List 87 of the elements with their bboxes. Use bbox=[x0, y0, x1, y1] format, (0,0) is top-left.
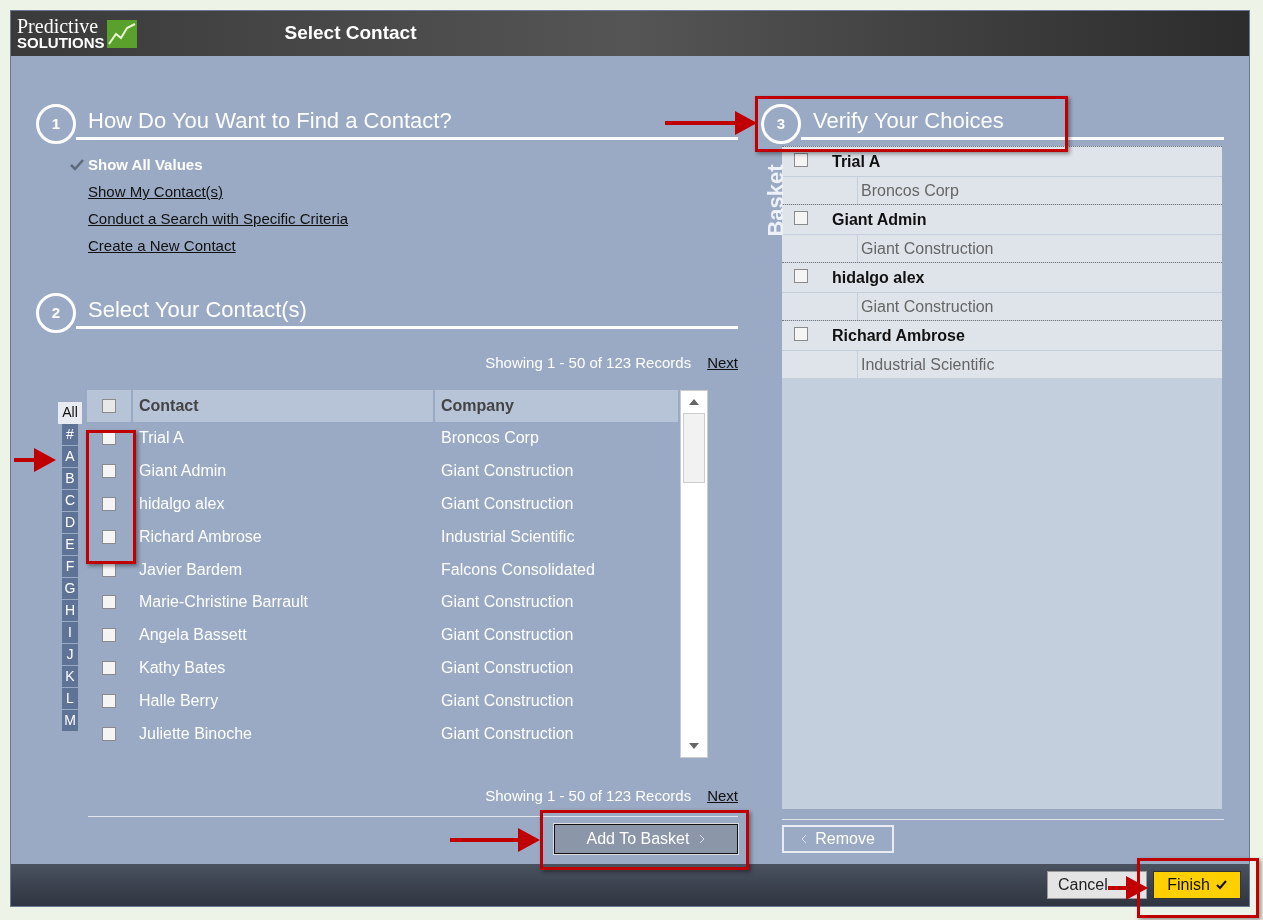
checkbox[interactable] bbox=[102, 693, 116, 708]
table-cell-text: Juliette Binoche bbox=[138, 723, 253, 744]
step-number: 1 bbox=[36, 104, 76, 144]
table-cell-text: hidalgo alex bbox=[138, 494, 226, 514]
checkbox[interactable] bbox=[102, 726, 116, 741]
step-number: 3 bbox=[761, 104, 801, 144]
record-count: Showing 1 - 50 of 123 Records bbox=[485, 785, 692, 806]
scroll-down-icon[interactable] bbox=[689, 743, 699, 749]
chart-logo-icon bbox=[106, 19, 137, 48]
table-cell-text: Giant Construction bbox=[440, 494, 575, 514]
window-title: Select Contact bbox=[284, 21, 417, 46]
letter-filter[interactable]: A bbox=[62, 446, 78, 468]
table-cell-text: Halle Berry bbox=[138, 690, 220, 711]
basket-contact: Trial A bbox=[832, 151, 881, 172]
scroll-up-icon[interactable] bbox=[689, 399, 699, 405]
table-cell-text: Richard Ambrose bbox=[138, 526, 263, 547]
filter-link[interactable]: Show My Contact(s) bbox=[88, 178, 224, 205]
letter-filter[interactable]: All bbox=[58, 402, 82, 424]
letter-filter[interactable]: H bbox=[62, 600, 78, 622]
letter-filter[interactable]: E bbox=[62, 534, 78, 556]
table-cell-text: Falcons Consolidated bbox=[440, 559, 596, 580]
check-icon bbox=[1215, 880, 1227, 890]
chevron-right-icon bbox=[699, 834, 706, 844]
table-cell-text: Trial A bbox=[138, 428, 185, 449]
letter-filter[interactable]: # bbox=[62, 424, 78, 446]
checkbox[interactable] bbox=[102, 628, 116, 643]
table-cell-text: Giant Construction bbox=[440, 723, 575, 744]
scrollbar[interactable] bbox=[680, 390, 708, 758]
chevron-left-icon bbox=[801, 834, 808, 844]
letter-filter[interactable]: B bbox=[62, 468, 78, 490]
record-count: Showing 1 - 50 of 123 Records bbox=[485, 352, 692, 373]
checkbox[interactable] bbox=[794, 210, 808, 225]
step-title: How Do You Want to Find a Contact? bbox=[88, 110, 452, 132]
table-cell-text: Giant Construction bbox=[440, 592, 575, 613]
logo-text: SOLUTIONS bbox=[17, 35, 105, 50]
table-cell-text: Kathy Bates bbox=[138, 657, 227, 678]
filter-link[interactable]: Create a New Contact bbox=[88, 232, 236, 259]
letter-filter[interactable]: G bbox=[62, 578, 78, 600]
table-cell-text: Giant Construction bbox=[440, 625, 575, 646]
basket-contact: hidalgo alex bbox=[832, 267, 925, 288]
letter-filter[interactable]: I bbox=[62, 622, 78, 644]
basket-company: Giant Construction bbox=[857, 235, 994, 262]
checkbox[interactable] bbox=[102, 497, 116, 511]
table-cell-text: Industrial Scientific bbox=[440, 526, 576, 547]
letter-filter[interactable]: F bbox=[62, 556, 78, 578]
checkbox[interactable] bbox=[794, 326, 808, 341]
column-header[interactable]: Contact bbox=[133, 390, 433, 422]
table-cell-text: Angela Bassett bbox=[138, 625, 248, 646]
scrollbar-thumb[interactable] bbox=[683, 413, 705, 483]
letter-filter[interactable]: K bbox=[62, 666, 78, 688]
logo-text: Predictive bbox=[17, 17, 100, 35]
letter-filter[interactable]: J bbox=[62, 644, 78, 666]
letter-filter[interactable]: D bbox=[62, 512, 78, 534]
checkbox[interactable] bbox=[102, 595, 116, 610]
letter-filter[interactable]: M bbox=[62, 710, 78, 732]
letter-filter[interactable]: C bbox=[62, 490, 78, 512]
step-title: Verify Your Choices bbox=[813, 110, 1004, 132]
basket-label: Basket bbox=[761, 164, 789, 237]
letter-filter[interactable]: L bbox=[62, 688, 78, 710]
checkbox[interactable] bbox=[102, 399, 116, 413]
finish-button[interactable]: Finish bbox=[1153, 871, 1241, 899]
table-cell-text: Broncos Corp bbox=[440, 428, 540, 449]
callout-arrow bbox=[14, 447, 56, 473]
table-cell-text: Giant Admin bbox=[138, 461, 228, 482]
basket-contact: Giant Admin bbox=[832, 209, 927, 230]
basket-contact: Richard Ambrose bbox=[832, 325, 965, 346]
next-link[interactable]: Next bbox=[707, 784, 738, 808]
table-cell-text: Marie-Christine Barrault bbox=[138, 592, 309, 613]
table-cell-text: Giant Construction bbox=[440, 461, 575, 482]
filter-link[interactable]: Conduct a Search with Specific Criteria bbox=[88, 205, 349, 232]
checkbox[interactable] bbox=[794, 268, 808, 283]
checkbox[interactable] bbox=[102, 660, 116, 675]
basket-company: Industrial Scientific bbox=[857, 351, 995, 378]
next-link[interactable]: Next bbox=[707, 351, 738, 375]
column-header[interactable]: Company bbox=[435, 390, 678, 422]
step-number: 2 bbox=[36, 293, 76, 333]
table-cell-text: Giant Construction bbox=[440, 657, 575, 678]
basket-company: Broncos Corp bbox=[857, 177, 959, 204]
check-icon bbox=[70, 159, 84, 171]
basket-company: Giant Construction bbox=[857, 293, 994, 320]
checkbox[interactable] bbox=[102, 464, 116, 479]
checkbox[interactable] bbox=[794, 152, 808, 167]
add-to-basket-button[interactable]: Add To Basket bbox=[554, 824, 738, 854]
table-cell-text: Javier Bardem bbox=[138, 559, 244, 580]
step-title: Select Your Contact(s) bbox=[88, 299, 307, 321]
checkbox[interactable] bbox=[102, 529, 116, 544]
table-cell-text: Giant Construction bbox=[440, 690, 575, 711]
